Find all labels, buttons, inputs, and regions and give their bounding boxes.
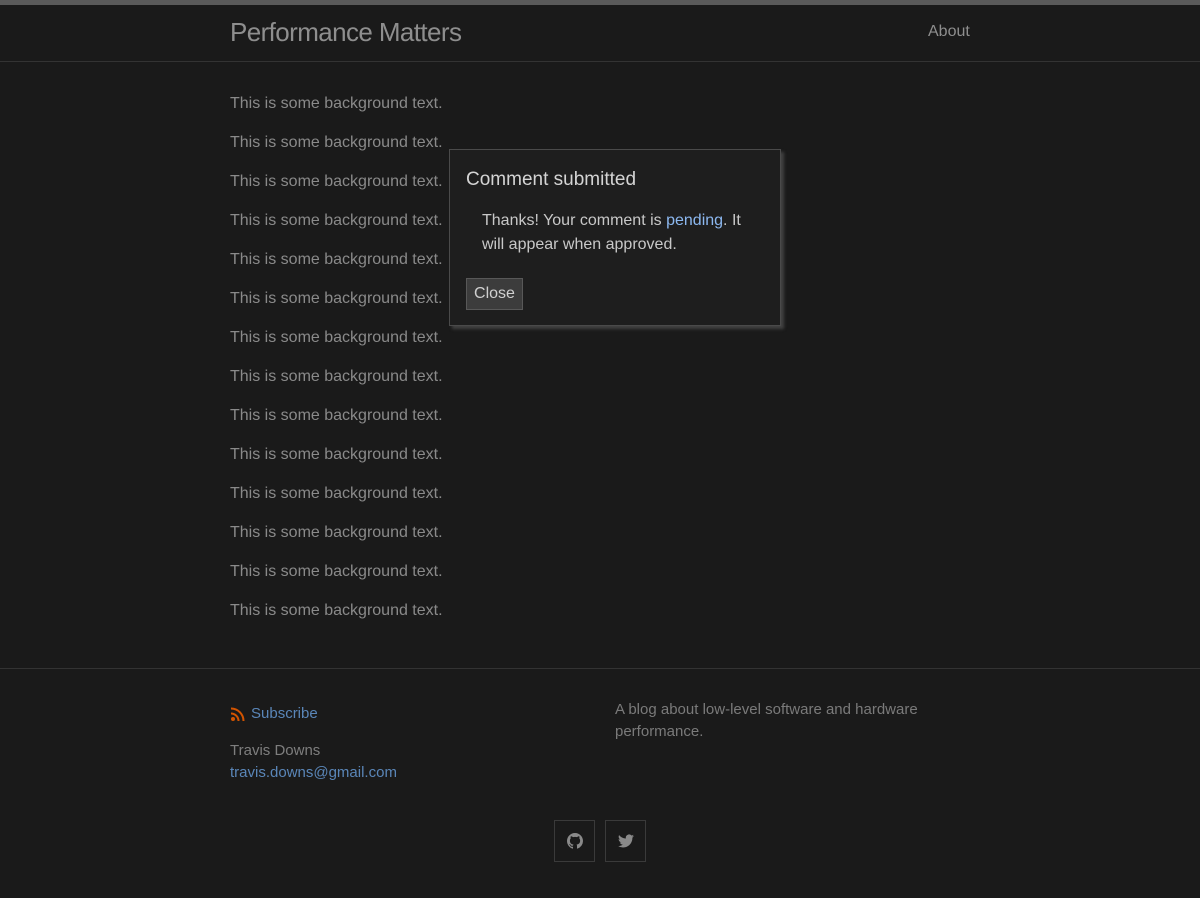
background-text-line: This is some background text. [230, 173, 443, 190]
page-content: This is some background text. This is so… [230, 92, 443, 638]
github-icon [566, 833, 583, 849]
subscribe-block: Subscribe [230, 705, 318, 723]
site-header: Performance Matters About [0, 5, 1200, 62]
nav-link-about[interactable]: About [928, 23, 970, 41]
background-text-line: This is some background text. [230, 251, 443, 268]
background-text-line: This is some background text. [230, 134, 443, 151]
dialog-message-text: Thanks! Your comment is [482, 212, 667, 229]
background-text-line: This is some background text. [230, 95, 443, 112]
background-text-line: This is some background text. [230, 329, 443, 346]
pending-link[interactable]: pending [666, 212, 723, 229]
background-text-line: This is some background text. [230, 602, 443, 619]
background-text-line: This is some background text. [230, 290, 443, 307]
twitter-link[interactable] [605, 820, 646, 862]
dialog-message: Thanks! Your comment is pending. It will… [482, 209, 762, 257]
dialog-title: Comment submitted [466, 169, 637, 190]
background-text-line: This is some background text. [230, 368, 443, 385]
rss-icon [230, 707, 245, 722]
background-text-line: This is some background text. [230, 524, 443, 541]
author-email-link[interactable]: travis.downs@gmail.com [230, 764, 397, 782]
site-title-link[interactable]: Performance Matters [230, 18, 462, 46]
comment-submitted-dialog: Comment submitted Thanks! Your comment i… [449, 149, 781, 326]
blog-description: A blog about low-level software and hard… [615, 701, 918, 740]
subscribe-link[interactable]: Subscribe [251, 705, 318, 723]
background-text-line: This is some background text. [230, 212, 443, 229]
background-text-line: This is some background text. [230, 563, 443, 580]
background-text-line: This is some background text. [230, 485, 443, 502]
close-button[interactable]: Close [466, 278, 523, 310]
author-name: Travis Downs [230, 742, 321, 759]
site-footer: Subscribe Travis Downs travis.downs@gmai… [0, 668, 1200, 898]
background-text-line: This is some background text. [230, 407, 443, 424]
github-link[interactable] [554, 820, 595, 862]
twitter-icon [617, 834, 634, 848]
background-text-line: This is some background text. [230, 446, 443, 463]
